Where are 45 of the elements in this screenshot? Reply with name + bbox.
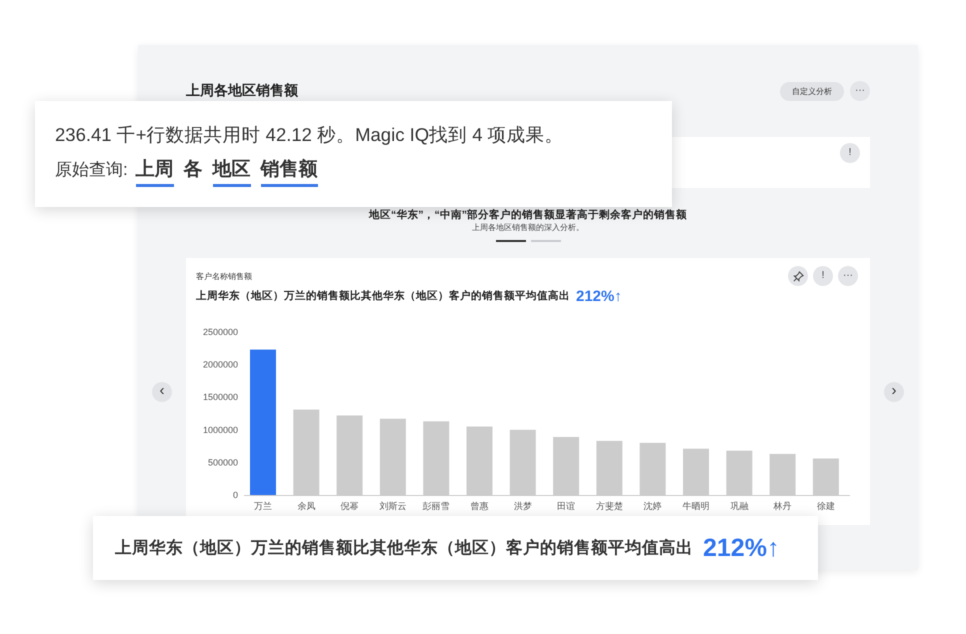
insight-subtitle: 上周各地区销售额的深入分析。 — [472, 222, 584, 233]
axis-category-label: 巩融 — [730, 501, 748, 511]
axis-category-label: 洪梦 — [514, 501, 532, 511]
report-title: 上周各地区销售额 — [186, 82, 298, 100]
axis-category-label: 沈婷 — [644, 501, 662, 511]
chart-headline: 上周华东（地区）万兰的销售额比其他华东（地区）客户的销售额平均值高出 — [196, 289, 570, 303]
custom-analysis-button[interactable]: 自定义分析 — [780, 82, 844, 100]
axis-category-label: 徐建 — [816, 501, 835, 511]
axis-tick-label: 1500000 — [202, 392, 238, 402]
page-indicator[interactable] — [496, 240, 526, 242]
query-token: 地区 — [212, 157, 251, 187]
axis-category-label: 万兰 — [254, 501, 272, 511]
percentage-figure: 212%↑ — [576, 288, 622, 304]
pin-button[interactable] — [788, 266, 808, 286]
axis-tick-label: 2500000 — [202, 327, 238, 337]
page-indicator[interactable] — [530, 240, 560, 242]
query-token: 各 — [184, 158, 203, 182]
insight-title: 地区“华东”，“中南”部分客户的销售额显著高于剩余客户的销售额 — [369, 208, 687, 222]
query-token: 上周 — [136, 157, 174, 187]
axis-tick-label: 1000000 — [202, 424, 238, 435]
axis-category-label: 林丹 — [774, 501, 792, 511]
chart-label: 客户名称销售额 — [196, 270, 252, 282]
query-token: 销售额 — [260, 157, 318, 187]
previous-button[interactable]: ‹ — [152, 382, 172, 402]
axis-category-label: 田谊 — [557, 501, 576, 511]
percentage-figure: 212%↑ — [703, 534, 780, 562]
axis-category-label: 曾惠 — [470, 501, 488, 511]
info-button[interactable]: ! — [813, 266, 833, 286]
axis-tick-label: 500000 — [208, 457, 238, 468]
more-button[interactable]: ··· — [838, 266, 858, 286]
axis-category-label: 刘斯云 — [379, 501, 406, 511]
axis-category-label: 余凤 — [297, 501, 316, 511]
axis-tick-label: 2000000 — [202, 360, 238, 370]
axis-category-label: 倪幂 — [340, 501, 359, 511]
more-button[interactable]: ··· — [850, 81, 870, 101]
axis-category-label: 牛晒明 — [682, 501, 710, 511]
next-button[interactable]: › — [884, 382, 904, 402]
axis-tick-label: 0 — [232, 490, 238, 500]
axis-category-label: 彭丽雪 — [422, 501, 450, 511]
query-label: 原始查询: — [55, 159, 128, 181]
result-text: 上周华东（地区）万兰的销售额比其他华东（地区）客户的销售额平均值高出 — [115, 538, 693, 559]
pin-icon — [792, 270, 804, 282]
axis-category-label: 方斐楚 — [596, 501, 623, 511]
query-summary: 236.41 千+行数据共用时 42.12 秒。Magic IQ找到 4 项成果。 — [55, 123, 565, 147]
info-button[interactable]: ! — [840, 143, 860, 163]
